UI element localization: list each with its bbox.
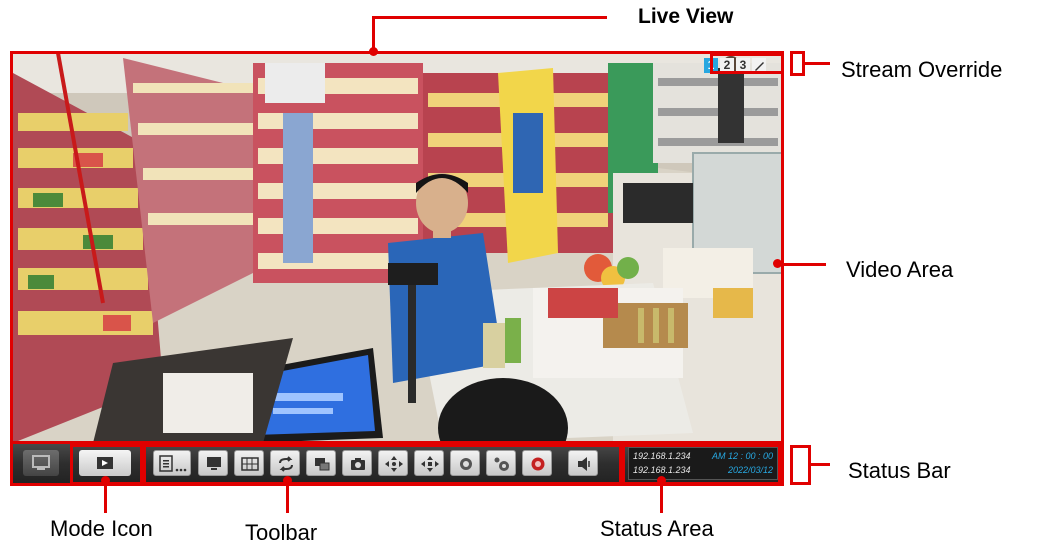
status-area-label: Status Area (600, 516, 714, 541)
toolbar-outline (143, 444, 622, 485)
status-area-outline (622, 444, 781, 485)
stream-override-outline (710, 53, 784, 74)
toolbar-label: Toolbar (245, 520, 318, 545)
mode-icon-label: Mode Icon (50, 516, 153, 541)
status-bar-label: Status Bar (848, 458, 951, 483)
stream-override-label: Stream Override (841, 57, 1003, 82)
live-view-label: Live View (638, 5, 734, 28)
live-view-outline (10, 51, 784, 444)
video-area-label: Video Area (846, 257, 954, 282)
